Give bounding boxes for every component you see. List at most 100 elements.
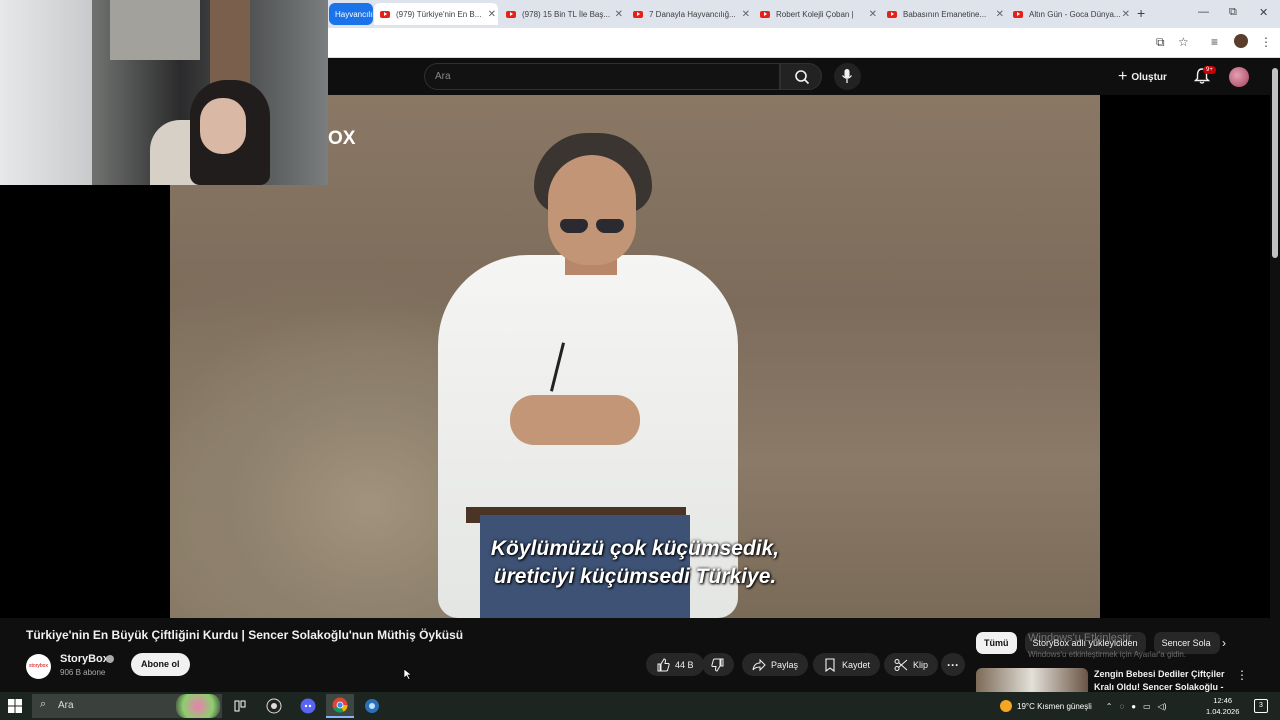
webcam-shelf	[210, 0, 250, 90]
notifications-badge: 9+	[1203, 66, 1216, 74]
close-tab-icon[interactable]: ✕	[488, 9, 496, 20]
chip-all[interactable]: Tümü	[976, 632, 1017, 654]
weather-icon[interactable]	[1000, 700, 1012, 712]
sunglasses	[560, 219, 628, 235]
chevron-right-icon[interactable]: ›	[1222, 636, 1226, 650]
task-view-button[interactable]	[226, 694, 254, 718]
search-highlight-image[interactable]	[176, 694, 220, 718]
clip-label: Klip	[913, 659, 929, 670]
taskbar-app-discord[interactable]	[294, 694, 322, 718]
system-clock[interactable]: 12:46 1.04.2026	[1206, 695, 1239, 717]
tab-title: (979) Türkiye'nin En B...	[396, 9, 482, 19]
dislike-button[interactable]	[702, 653, 734, 676]
scrollbar-thumb[interactable]	[1272, 68, 1278, 258]
minimize-button[interactable]: —	[1198, 6, 1209, 18]
windows-activation-title: Windows'u Etkinleştir	[1028, 632, 1132, 644]
create-button[interactable]: + Oluştur	[1118, 67, 1167, 87]
subscriber-count: 906 B abone	[60, 668, 106, 677]
subtitle-line: üreticiyi küçümsedi Türkiye.	[493, 565, 777, 588]
system-tray: 19°C Kısmen güneşli ⌃ ◌ ● ▭ ◁)	[1000, 692, 1167, 720]
maximize-button[interactable]: ⧉	[1229, 6, 1237, 19]
tab-group-label[interactable]: Hayvancılık	[329, 3, 373, 25]
webcam-fridge	[0, 0, 92, 185]
weather-text[interactable]: 19°C Kısmen güneşli	[1017, 702, 1092, 711]
more-actions-button[interactable]: ···	[941, 653, 965, 676]
show-hidden-icons-icon[interactable]: ⌃	[1106, 702, 1113, 711]
volume-icon[interactable]: ◁)	[1158, 702, 1167, 711]
taskbar-app-chrome[interactable]	[326, 694, 354, 718]
subtitles: Köylümüzü çok küçümsedik, üreticiyi küçü…	[170, 535, 1100, 591]
youtube-icon	[887, 10, 897, 18]
person-hands	[510, 395, 640, 445]
page-scrollbar[interactable]	[1270, 58, 1280, 692]
youtube-icon	[506, 10, 516, 18]
recommendation-thumbnail[interactable]	[976, 668, 1088, 692]
bookmark-icon	[825, 657, 835, 672]
save-label: Kaydet	[842, 659, 871, 670]
account-avatar[interactable]	[1229, 67, 1249, 87]
windows-taskbar: ⌕ Ara 19°C Kısmen güneşli ⌃ ◌ ● ▭ ◁) 12:…	[0, 692, 1280, 720]
save-button[interactable]: Kaydet	[813, 653, 881, 676]
taskbar-app-chromium[interactable]	[260, 694, 288, 718]
channel-logo[interactable]: storybox	[26, 654, 51, 679]
close-tab-icon[interactable]: ✕	[615, 9, 623, 20]
install-app-icon[interactable]: ⧉	[1156, 35, 1165, 50]
clock-time: 12:46	[1213, 696, 1233, 705]
scissors-icon	[894, 658, 908, 671]
mouse-cursor-icon	[403, 668, 413, 680]
tab-title: Altın Gün - Goca Dünya...	[1029, 9, 1121, 19]
close-window-button[interactable]: ✕	[1259, 6, 1268, 19]
streaming-app-icon	[365, 699, 379, 713]
browser-menu-icon[interactable]: ⋮	[1260, 35, 1272, 49]
network-icon[interactable]: ◌	[1120, 702, 1125, 711]
search-icon: ⌕	[40, 698, 47, 710]
create-label: Oluştur	[1131, 71, 1167, 83]
clip-button[interactable]: Klip	[884, 653, 939, 676]
youtube-icon	[633, 10, 643, 18]
display-icon[interactable]: ▭	[1143, 702, 1151, 711]
thumbs-up-icon	[657, 657, 670, 671]
windows-start-icon[interactable]	[8, 699, 22, 713]
more-vertical-icon[interactable]: ⋮	[1236, 668, 1248, 682]
search-input[interactable]: Ara	[424, 63, 780, 90]
close-tab-icon[interactable]: ✕	[1122, 9, 1130, 20]
verified-badge-icon	[106, 655, 114, 663]
windows-activation-text: Windows'u etkinleştirmek için Ayarlar'a …	[1028, 650, 1187, 659]
new-tab-button[interactable]: +	[1137, 5, 1145, 21]
video-info: Türkiye'nin En Büyük Çiftliğini Kurdu | …	[0, 618, 1270, 705]
tab-active[interactable]: (979) Türkiye'nin En B... ✕	[374, 3, 498, 25]
screen: Hayvancılık (979) Türkiye'nin En B... ✕ …	[0, 0, 1280, 720]
search-icon	[795, 70, 810, 85]
tab[interactable]: 7 Danayla Hayvancılığ... ✕	[633, 3, 752, 25]
media-control-icon[interactable]: ≡	[1211, 35, 1218, 49]
microphone-tray-icon[interactable]: ●	[1131, 702, 1136, 711]
tab-title: (978) 15 Bin TL İle Baş...	[522, 9, 611, 19]
webcam-overlay	[0, 0, 328, 185]
notification-center-button[interactable]: 3	[1254, 699, 1268, 713]
task-view-icon	[234, 700, 246, 712]
youtube-icon	[380, 10, 390, 18]
voice-search-button[interactable]	[834, 63, 861, 90]
close-tab-icon[interactable]: ✕	[869, 9, 877, 20]
subscribe-button[interactable]: Abone ol	[131, 653, 190, 676]
share-button[interactable]: Paylaş	[742, 653, 809, 676]
channel-name[interactable]: StoryBox	[60, 653, 109, 665]
close-tab-icon[interactable]: ✕	[996, 9, 1004, 20]
tab[interactable]: Babasının Emanetine... ✕	[887, 3, 1006, 25]
webcam-face	[200, 98, 246, 154]
like-button[interactable]: 44 B	[646, 653, 704, 676]
share-label: Paylaş	[771, 659, 799, 670]
like-count: 44 B	[675, 659, 694, 670]
profile-avatar-icon[interactable]	[1234, 34, 1248, 48]
clock-date: 1.04.2026	[1206, 707, 1240, 716]
tab[interactable]: Robert Kolejli Çoban | ✕	[760, 3, 879, 25]
tab[interactable]: Altın Gün - Goca Dünya... ✕	[1013, 3, 1132, 25]
tab[interactable]: (978) 15 Bin TL İle Baş... ✕	[506, 3, 625, 25]
tab-title: Robert Kolejli Çoban |	[776, 9, 854, 19]
search-button[interactable]	[780, 63, 822, 90]
webcam-cabinet	[110, 0, 200, 60]
bookmark-star-icon[interactable]: ☆	[1178, 35, 1189, 49]
discord-icon	[300, 698, 316, 714]
close-tab-icon[interactable]: ✕	[742, 9, 750, 20]
taskbar-app-streaming[interactable]	[358, 694, 386, 718]
